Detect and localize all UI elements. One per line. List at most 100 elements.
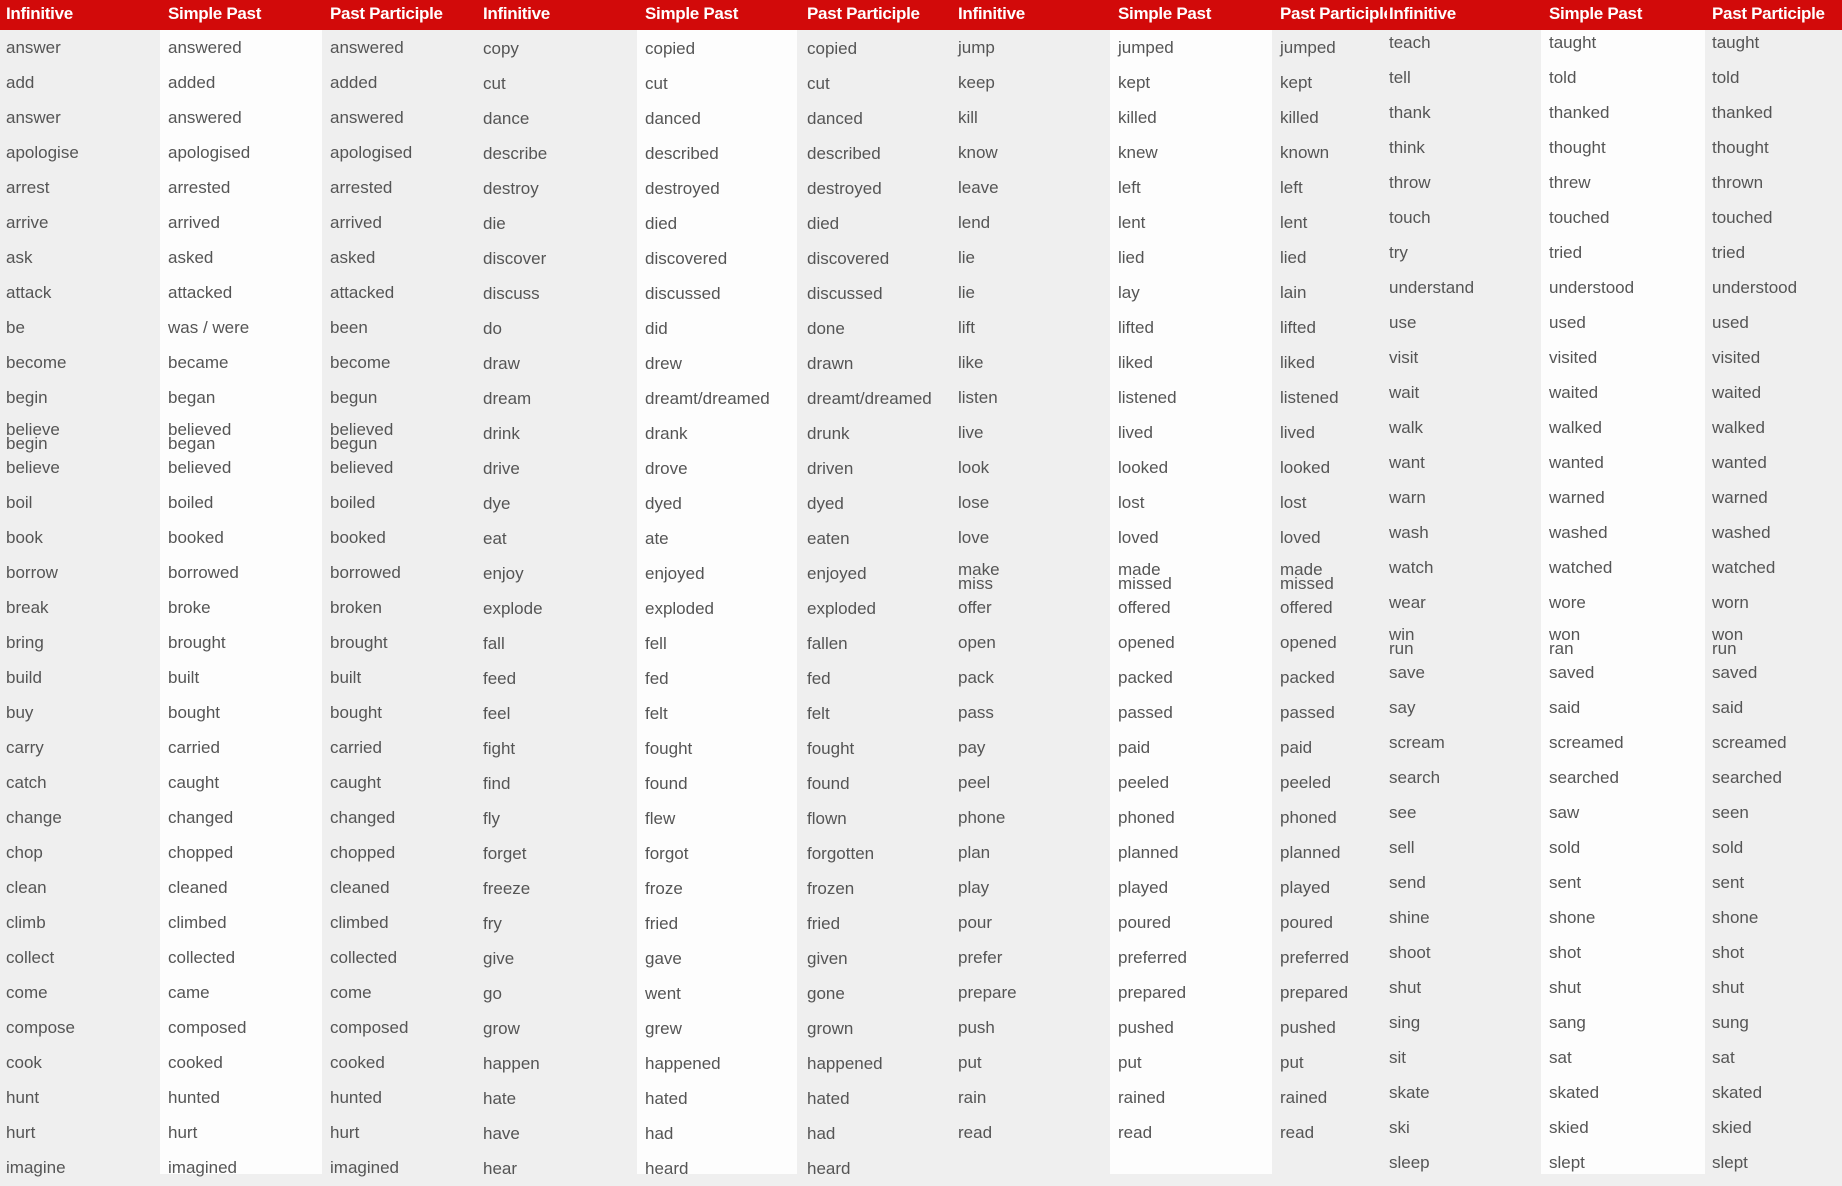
simple-past-cell: believed xyxy=(168,458,232,477)
infinitive-cell: enjoy xyxy=(483,564,524,583)
past-participle-cell: hated xyxy=(807,1089,850,1108)
simple-past-cell: went xyxy=(645,984,681,1003)
table-row: book booked booked xyxy=(0,520,475,555)
table-row: catch caught caught xyxy=(0,765,475,800)
table-row: feel felt felt xyxy=(475,696,953,731)
table-row: use used used xyxy=(1387,305,1842,340)
header-simple-past: Simple Past xyxy=(1549,4,1643,23)
infinitive-cell: arrest xyxy=(6,178,50,197)
infinitive-cell: cut xyxy=(483,74,506,93)
past-participle-cell: drawn xyxy=(807,354,854,373)
simple-past-cell: killed xyxy=(1118,108,1157,127)
table-row: boil boiled boiled xyxy=(0,485,475,520)
simple-past-cell: danced xyxy=(645,109,701,128)
table-row: walk walked walked xyxy=(1387,410,1842,445)
infinitive-cell: read xyxy=(958,1123,993,1142)
table-row: sit sat sat xyxy=(1387,1040,1842,1075)
table-row: go went gone xyxy=(475,976,953,1011)
simple-past-cell: booked xyxy=(168,528,224,547)
infinitive-cell: jump xyxy=(958,38,995,57)
infinitive-cell: scream xyxy=(1389,733,1445,752)
table-row: like liked liked xyxy=(953,345,1387,380)
past-participle-cell: rained xyxy=(1280,1088,1328,1107)
simple-past-cell: put xyxy=(1118,1053,1142,1072)
infinitive-cell: wait xyxy=(1389,383,1420,402)
table-row: scream screamed screamed xyxy=(1387,725,1842,760)
past-participle-cell: broken xyxy=(330,598,382,617)
past-participle-cell: planned xyxy=(1280,843,1341,862)
simple-past-cell: discussed xyxy=(645,284,721,303)
past-participle-cell: jumped xyxy=(1280,38,1336,57)
simple-past-cell: touched xyxy=(1549,208,1610,227)
infinitive-cell: believe xyxy=(6,458,60,477)
past-participle-cell: lied xyxy=(1280,248,1307,267)
past-participle-cell: answered xyxy=(330,38,404,57)
past-participle-cell: copied xyxy=(807,39,858,58)
infinitive-cell: lift xyxy=(958,318,975,337)
infinitive-cell: hurt xyxy=(6,1123,36,1142)
past-participle-cell: looked xyxy=(1280,458,1331,477)
simple-past-cell: heard xyxy=(645,1159,689,1178)
table-row: watch watched watched xyxy=(1387,550,1842,585)
header-infinitive: Infinitive xyxy=(483,4,550,23)
table-row: hunt hunted hunted xyxy=(0,1080,475,1115)
simple-past-cell: looked xyxy=(1118,458,1169,477)
table-row: drink drank drunk xyxy=(475,416,953,451)
simple-past-cell: answered xyxy=(168,108,242,127)
infinitive-cell: dance xyxy=(483,109,530,128)
infinitive-cell: break xyxy=(6,598,49,617)
infinitive-cell: try xyxy=(1389,243,1408,262)
simple-past-cell: told xyxy=(1549,68,1577,87)
table-row: forget forgot forgotten xyxy=(475,836,953,871)
table-row: understand understood understood xyxy=(1387,270,1842,305)
infinitive-cell: do xyxy=(483,319,502,338)
table-row: compose composed composed xyxy=(0,1010,475,1045)
simple-past-cell: dreamt/dreamed xyxy=(645,389,770,408)
simple-past-cell: lifted xyxy=(1118,318,1154,337)
table-row: tell told told xyxy=(1387,60,1842,95)
simple-past-cell: enjoyed xyxy=(645,564,705,583)
table-row: pass passed passed xyxy=(953,695,1387,730)
table-row: come came come xyxy=(0,975,475,1010)
table-row: look looked looked xyxy=(953,450,1387,485)
past-participle-cell: come xyxy=(330,983,372,1002)
past-participle-cell: booked xyxy=(330,528,386,547)
table-row: win run won ran won run xyxy=(1387,620,1842,658)
past-participle-cell: sent xyxy=(1712,873,1745,892)
simple-past-cell: lied xyxy=(1118,248,1145,267)
simple-past-cell: attacked xyxy=(168,283,233,302)
simple-past-cell: hunted xyxy=(168,1088,220,1107)
simple-past-cell: shone xyxy=(1549,908,1596,927)
past-participle-cell: watched xyxy=(1712,558,1776,577)
infinitive-cell: walk xyxy=(1389,418,1424,437)
table-row: fry fried fried xyxy=(475,906,953,941)
table-row: bring brought brought xyxy=(0,625,475,660)
infinitive-cell: pay xyxy=(958,738,986,757)
verb-group-4: Infinitive Simple Past Past Participle teac… xyxy=(1387,0,1842,1174)
verb-group-3: Infinitive Simple Past Past Participle jump… xyxy=(953,0,1393,1174)
past-participle-cell: drunk xyxy=(807,424,850,443)
past-participle-cell: kept xyxy=(1280,73,1313,92)
table-row: happen happened happened xyxy=(475,1046,953,1081)
table-row: see saw seen xyxy=(1387,795,1842,830)
simple-past-cell: broke xyxy=(168,598,211,617)
past-participle-cell: known xyxy=(1280,143,1330,162)
past-participle-cell: caught xyxy=(330,773,382,792)
table-row: lift lifted lifted xyxy=(953,310,1387,345)
past-participle-cell: listened xyxy=(1280,388,1339,407)
simple-past-cell: composed xyxy=(168,1018,247,1037)
past-participle-cell: said xyxy=(1712,698,1744,717)
table-row: thank thanked thanked xyxy=(1387,95,1842,130)
infinitive-cell: teach xyxy=(1389,33,1431,52)
past-participle-cell: carried xyxy=(330,738,382,757)
table-row: ask asked asked xyxy=(0,240,475,275)
past-participle-cell: destroyed xyxy=(807,179,882,198)
simple-past-cell: phoned xyxy=(1118,808,1175,827)
table-row: believe begin believed began believed begun xyxy=(0,415,475,452)
past-participle-cell: chopped xyxy=(330,843,396,862)
past-participle-cell: won run xyxy=(1712,625,1744,658)
infinitive-cell: look xyxy=(958,458,990,477)
infinitive-cell: shut xyxy=(1389,978,1422,997)
infinitive-cell: shine xyxy=(1389,908,1430,927)
past-participle-cell: composed xyxy=(330,1018,409,1037)
